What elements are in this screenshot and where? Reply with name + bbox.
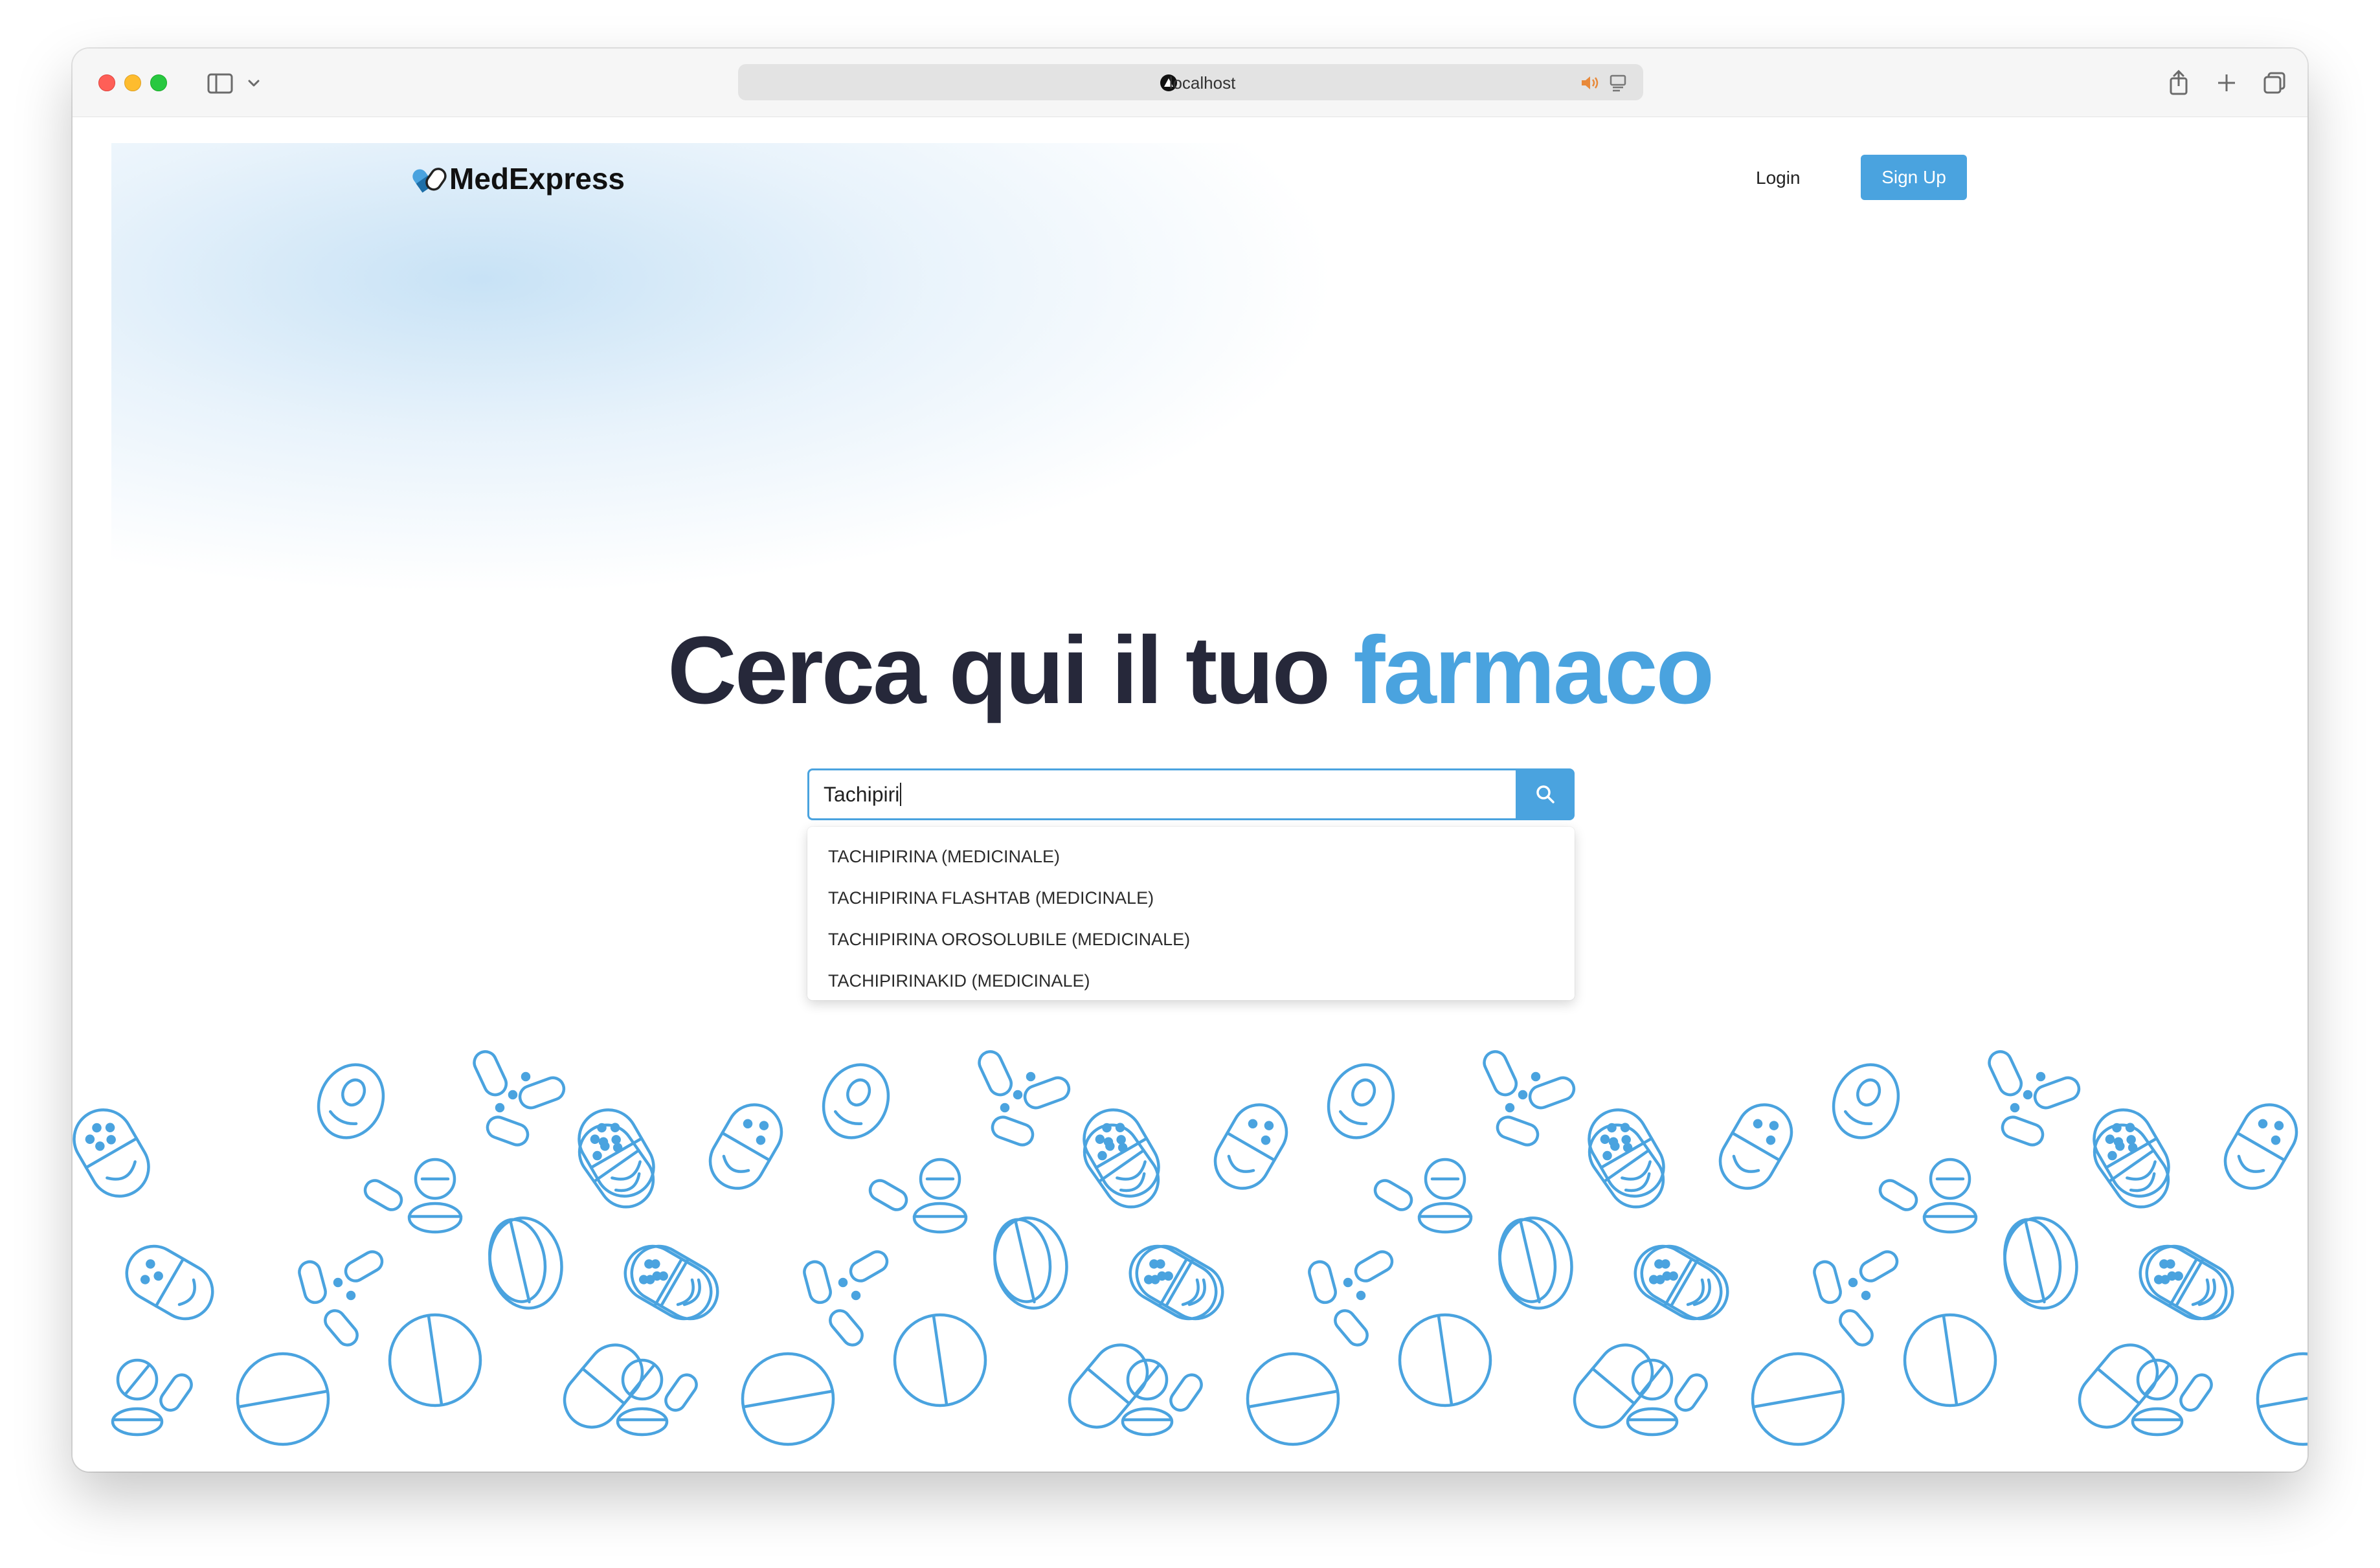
reader-mode-icon[interactable]	[1608, 73, 1628, 93]
logo-text: MedExpress	[449, 162, 625, 196]
search-button[interactable]	[1516, 768, 1575, 820]
close-window-button[interactable]	[98, 74, 115, 91]
pill-capsule-icon	[412, 168, 447, 193]
url-text: localhost	[1169, 73, 1236, 93]
address-bar[interactable]: localhost	[738, 64, 1643, 100]
text-caret	[900, 783, 902, 806]
search-bar: Tachipiri	[807, 768, 1575, 820]
page-content: MedExpress Login Sign Up Cerca qui il tu…	[73, 117, 2307, 1472]
site-logo[interactable]: MedExpress	[410, 161, 625, 196]
search-input-value: Tachipiri	[824, 782, 900, 806]
chevron-down-icon[interactable]	[242, 72, 265, 95]
browser-window: localhost MedExpress Login Sign Up Cerca…	[73, 49, 2307, 1472]
browser-titlebar: localhost	[73, 49, 2307, 117]
site-navbar: MedExpress Login Sign Up	[73, 117, 2307, 247]
tab-overview-icon[interactable]	[2260, 68, 2289, 98]
new-tab-icon[interactable]	[2212, 68, 2241, 98]
hero-title: Cerca qui il tuo farmaco	[73, 616, 2307, 726]
medicine-pattern	[73, 1036, 2307, 1472]
suggestion-item[interactable]: TACHIPIRINA OROSOLUBILE (MEDICINALE)	[807, 919, 1575, 960]
share-icon[interactable]	[2164, 68, 2194, 98]
suggestion-item[interactable]: TACHIPIRINA FLASHTAB (MEDICINALE)	[807, 877, 1575, 919]
audio-playing-icon[interactable]	[1580, 73, 1600, 93]
hero-title-main: Cerca qui il tuo	[668, 617, 1354, 724]
search-input[interactable]: Tachipiri	[807, 768, 1516, 820]
sidebar-toggle-icon[interactable]	[199, 72, 240, 95]
minimize-window-button[interactable]	[124, 74, 141, 91]
suggestions-dropdown: TACHIPIRINA (MEDICINALE) TACHIPIRINA FLA…	[807, 827, 1575, 1000]
login-link[interactable]: Login	[1756, 168, 1801, 188]
maximize-window-button[interactable]	[150, 74, 167, 91]
signup-button[interactable]: Sign Up	[1861, 155, 1967, 200]
suggestion-item[interactable]: TACHIPIRINAKID (MEDICINALE)	[807, 960, 1575, 1002]
hero-title-accent: farmaco	[1353, 617, 1714, 724]
search-icon	[1536, 785, 1555, 803]
suggestion-item[interactable]: TACHIPIRINA (MEDICINALE)	[807, 836, 1575, 877]
